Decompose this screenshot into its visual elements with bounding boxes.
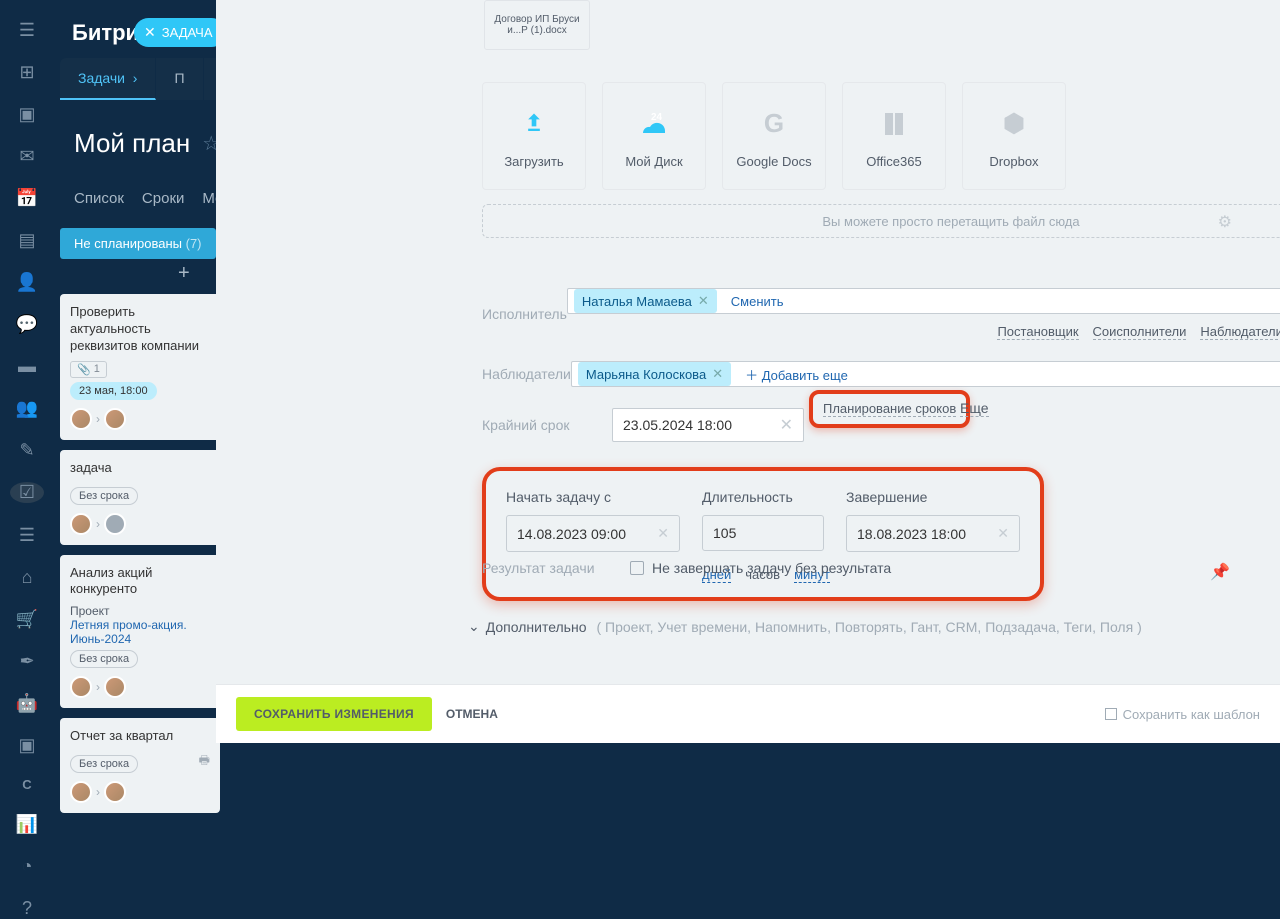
subtab-list[interactable]: Список [74,190,124,207]
left-rail: ☰ ⊞ ▣ ✉ 📅 ▤ 👤 💬 ▬ 👥 ✎ ☑ ☰ ⌂ 🛒 ✒ 🤖 ▣ C 📊 … [0,0,54,743]
chart-icon[interactable]: 📊 [17,814,37,834]
due-chip: 23 мая, 18:00 [70,382,157,400]
task-card[interactable]: Отчет за квартал Без срока🖶 › [60,718,220,813]
subtabs: Список Сроки Мо [74,190,223,207]
tasks-icon[interactable]: ☑ [10,482,44,503]
clear-icon[interactable]: ✕ [997,525,1009,542]
group-icon[interactable]: 👥 [17,398,37,418]
result-row: Результат задачи Не завершать задачу без… [482,560,891,576]
cube-icon[interactable]: ▣ [17,735,37,755]
upload-tile-local[interactable]: Загрузить [482,82,586,190]
upload-tile-google[interactable]: G Google Docs [722,82,826,190]
robot-icon[interactable]: 🤖 [17,693,37,713]
task-editor-panel: Договор ИП Бруси и...Р (1).docx Загрузит… [216,0,1280,684]
task-form: Исполнитель Наталья Мамаева✕ Сменить Пос… [482,278,1240,601]
upload-tile-office[interactable]: Office365 [842,82,946,190]
clear-icon[interactable]: ✕ [657,525,669,542]
edit-icon[interactable]: ✎ [17,440,37,460]
task-card[interactable]: Анализ акций конкуренто Проект Летняя пр… [60,555,220,709]
tab-next[interactable]: П [156,58,203,100]
page-title: Мой план ☆ [74,128,220,159]
due-chip: Без срока [70,755,138,773]
end-input[interactable]: 18.08.2023 18:00✕ [846,515,1020,552]
doc-icon[interactable]: ▤ [17,230,37,250]
task-badge[interactable]: ✕ ЗАДАЧА [134,18,226,47]
result-checkbox[interactable]: Не завершать задачу без результата [630,560,891,576]
c-icon[interactable]: C [17,777,37,792]
attachment-thumb[interactable]: Договор ИП Бруси и...Р (1).docx [484,0,590,50]
avatar [104,513,126,535]
deadline-input[interactable]: 23.05.2024 18:00 ✕ [612,408,804,442]
shop-icon[interactable]: ⌂ [17,567,37,587]
storage-icon[interactable]: ▬ [17,356,37,376]
avatar [104,781,126,803]
add-icon[interactable]: + [178,262,190,285]
avatar [70,676,92,698]
upload-tile-mydisk[interactable]: 24 Мой Диск [602,82,706,190]
label-assignee: Исполнитель [482,306,567,322]
role-watchers[interactable]: Наблюдатели [1200,324,1280,340]
upload-sources: Загрузить 24 Мой Диск G Google Docs Offi… [482,82,1066,190]
cancel-button[interactable]: ОТМЕНА [446,707,498,721]
avatar [70,408,92,430]
start-input[interactable]: 14.08.2023 09:00✕ [506,515,680,552]
avatar [70,513,92,535]
task-card[interactable]: Проверить актуальность реквизитов компан… [60,294,220,440]
cart-icon[interactable]: 🛒 [17,609,37,629]
close-icon[interactable]: ✕ [144,24,156,41]
remove-icon[interactable]: ✕ [712,366,723,382]
help-icon[interactable]: ? [17,898,37,918]
clock-icon[interactable]: ◔ [17,856,37,876]
extra-toggle[interactable]: ⌄ Дополнительно [468,618,587,635]
label-deadline: Крайний срок [482,417,612,433]
clear-icon[interactable]: ✕ [770,415,803,435]
calendar-icon[interactable]: 📅 [17,188,37,208]
label-watchers: Наблюдатели [482,366,571,382]
extra-row: ⌄ Дополнительно ( Проект, Учет времени, … [468,618,1142,635]
menu-icon[interactable]: ☰ [17,20,37,40]
filter-icon[interactable]: ☰ [17,525,37,545]
mail-icon[interactable]: ✉ [17,146,37,166]
contacts-icon[interactable]: 👤 [17,272,37,292]
avatar [104,408,126,430]
role-coexecutors[interactable]: Соисполнители [1093,324,1187,340]
label-duration: Длительность [702,489,824,505]
label-end: Завершение [846,489,1020,505]
avatar [104,676,126,698]
save-template-checkbox[interactable]: Сохранить как шаблон [1105,707,1260,722]
dropzone[interactable]: Вы можете просто перетащить файл сюда [482,204,1280,238]
gear-icon[interactable]: ⚙ [1218,212,1232,232]
count-badge: 📎 1 [70,361,107,378]
assignee-chip[interactable]: Наталья Мамаева✕ [574,289,717,313]
upload-tile-dropbox[interactable]: ⬢ Dropbox [962,82,1066,190]
chat-icon[interactable]: 💬 [17,314,37,334]
planning-block: Начать задачу с 14.08.2023 09:00✕ Длител… [482,467,1044,601]
role-creator[interactable]: Постановщик [997,324,1078,340]
more-link[interactable]: Еще [960,400,989,417]
save-button[interactable]: СОХРАНИТЬ ИЗМЕНЕНИЯ [236,697,432,731]
tab-tasks[interactable]: Задачи › [60,58,156,100]
sign-icon[interactable]: ✒ [17,651,37,671]
due-chip: Без срока [70,487,138,505]
cards-column: Проверить актуальность реквизитов компан… [60,294,220,813]
planning-toggle[interactable]: Планирование сроков [809,390,970,428]
change-assignee-link[interactable]: Сменить [731,294,784,309]
add-watcher-link[interactable]: ＋ Добавить еще [745,365,848,384]
app-icon-1[interactable]: ⊞ [17,62,37,82]
duration-input[interactable]: 105 [702,515,824,551]
task-card[interactable]: задача Без срока › [60,450,220,545]
pin-icon[interactable]: 📌 [1210,562,1230,582]
app-icon-2[interactable]: ▣ [17,104,37,124]
watcher-chip[interactable]: Марьяна Колоскова✕ [578,362,731,386]
print-icon[interactable]: 🖶 [199,751,210,772]
filter-unplanned[interactable]: Не спланированы (7) [60,228,216,259]
avatar [70,781,92,803]
subtab-dates[interactable]: Сроки [142,190,184,207]
due-chip: Без срока [70,650,138,668]
footer: СОХРАНИТЬ ИЗМЕНЕНИЯ ОТМЕНА Сохранить как… [216,684,1280,743]
label-start: Начать задачу с [506,489,680,505]
remove-icon[interactable]: ✕ [698,293,709,309]
project-link[interactable]: Летняя промо-акция. Июнь-2024 [70,618,210,646]
